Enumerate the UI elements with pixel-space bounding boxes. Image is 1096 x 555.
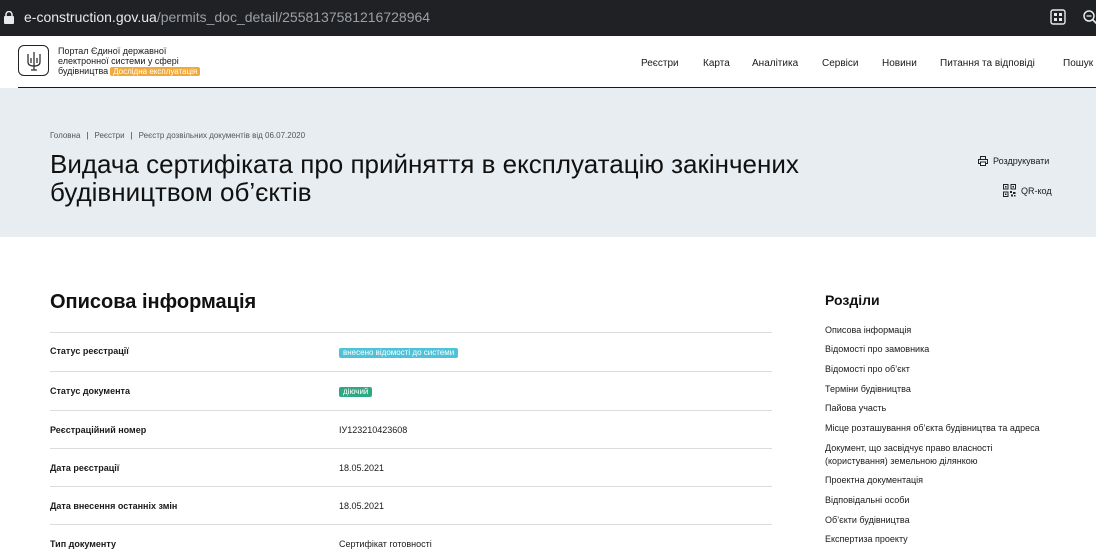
portal-name-line1: Портал Єдиної державної <box>58 46 167 56</box>
sidebar-item-expertise[interactable]: Експертиза проекту <box>825 533 1075 546</box>
sidebar-title: Розділи <box>825 292 880 308</box>
status-badge: внесено відомості до системи <box>339 348 459 358</box>
browser-address-bar: e-construction.gov.ua/permits_doc_detail… <box>0 0 1096 36</box>
row-label: Дата внесення останніх змін <box>50 501 178 511</box>
beta-badge: Дослідна експлуатація <box>110 67 201 76</box>
section-title: Описова інформація <box>50 291 257 313</box>
sidebar-item-description[interactable]: Описова інформація <box>825 324 1075 337</box>
sidebar-item-location[interactable]: Місце розташування об’єкта будівництва т… <box>825 422 1075 435</box>
table-row: Реєстраційний номер ІУ123210423608 <box>50 410 772 448</box>
portal-name-line3: будівництва <box>58 66 109 76</box>
qr-code-icon <box>1003 184 1016 197</box>
row-label: Дата реєстрації <box>50 463 120 473</box>
row-label: Реєстраційний номер <box>50 425 147 435</box>
table-row: Статус реєстрації внесено відомості до с… <box>50 332 772 371</box>
row-value: ІУ123210423608 <box>339 425 408 435</box>
portal-name[interactable]: Портал Єдиної державної електронної сист… <box>58 46 218 76</box>
sidebar-item-objects[interactable]: Об’єкти будівництва <box>825 514 1075 527</box>
breadcrumb-registries[interactable]: Реєстри <box>94 131 124 140</box>
qr-scan-icon[interactable] <box>1050 9 1066 25</box>
url-domain: e-construction.gov.ua <box>24 9 157 25</box>
portal-name-line2: електронної системи у сфері <box>58 56 179 66</box>
nav-registries[interactable]: Реєстри <box>641 58 679 69</box>
print-label: Роздрукувати <box>993 156 1050 166</box>
breadcrumb-home[interactable]: Головна <box>50 131 80 140</box>
qr-code-button[interactable]: QR-код <box>1003 184 1052 197</box>
url-path: /permits_doc_detail/2558137581216728964 <box>156 9 431 25</box>
sidebar-item-responsible[interactable]: Відповідальні особи <box>825 494 1075 507</box>
sidebar-item-object[interactable]: Відомості про об’єкт <box>825 363 1075 376</box>
nav-news[interactable]: Новини <box>882 58 917 69</box>
table-row: Дата реєстрації 18.05.2021 <box>50 448 772 486</box>
row-value: 18.05.2021 <box>339 463 385 473</box>
nav-services[interactable]: Сервіси <box>822 58 858 69</box>
row-label: Статус реєстрації <box>50 346 129 356</box>
print-button[interactable]: Роздрукувати <box>978 156 1049 166</box>
breadcrumb-current[interactable]: Реєстр дозвільних документів від 06.07.2… <box>139 131 305 140</box>
row-value: Сертифікат готовності <box>339 539 432 549</box>
table-row: Дата внесення останніх змін 18.05.2021 <box>50 486 772 524</box>
table-row: Статус документа діючий <box>50 371 772 410</box>
breadcrumb: Головна | Реєстри | Реєстр дозвільних докуме… <box>50 131 306 140</box>
row-label: Тип документу <box>50 539 116 549</box>
nav-analytics[interactable]: Аналітика <box>752 58 798 69</box>
row-value: 18.05.2021 <box>339 501 385 511</box>
printer-icon <box>978 156 988 166</box>
sidebar-item-project-docs[interactable]: Проектна документація <box>825 474 1075 487</box>
status-badge: діючий <box>339 387 373 397</box>
nav-faq[interactable]: Питання та відповіді <box>940 58 1035 69</box>
trident-logo-icon[interactable] <box>18 45 49 76</box>
sidebar-item-share[interactable]: Пайова участь <box>825 402 1075 415</box>
row-label: Статус документа <box>50 386 130 396</box>
nav-search[interactable]: Пошук <box>1063 58 1093 69</box>
zoom-icon[interactable] <box>1082 9 1096 25</box>
qr-code-label: QR-код <box>1021 185 1052 196</box>
nav-map[interactable]: Карта <box>703 58 730 69</box>
sidebar-item-land-rights[interactable]: Документ, що засвідчує право власності (… <box>825 442 1045 468</box>
sidebar-item-terms[interactable]: Терміни будівництва <box>825 383 1075 396</box>
page-title: Видача сертифіката про прийняття в експл… <box>50 149 799 207</box>
url-field[interactable]: e-construction.gov.ua/permits_doc_detail… <box>24 9 430 25</box>
lock-icon <box>4 11 14 24</box>
table-row: Тип документу Сертифікат готовності <box>50 524 772 555</box>
sidebar-item-customer[interactable]: Відомості про замовника <box>825 343 1075 356</box>
